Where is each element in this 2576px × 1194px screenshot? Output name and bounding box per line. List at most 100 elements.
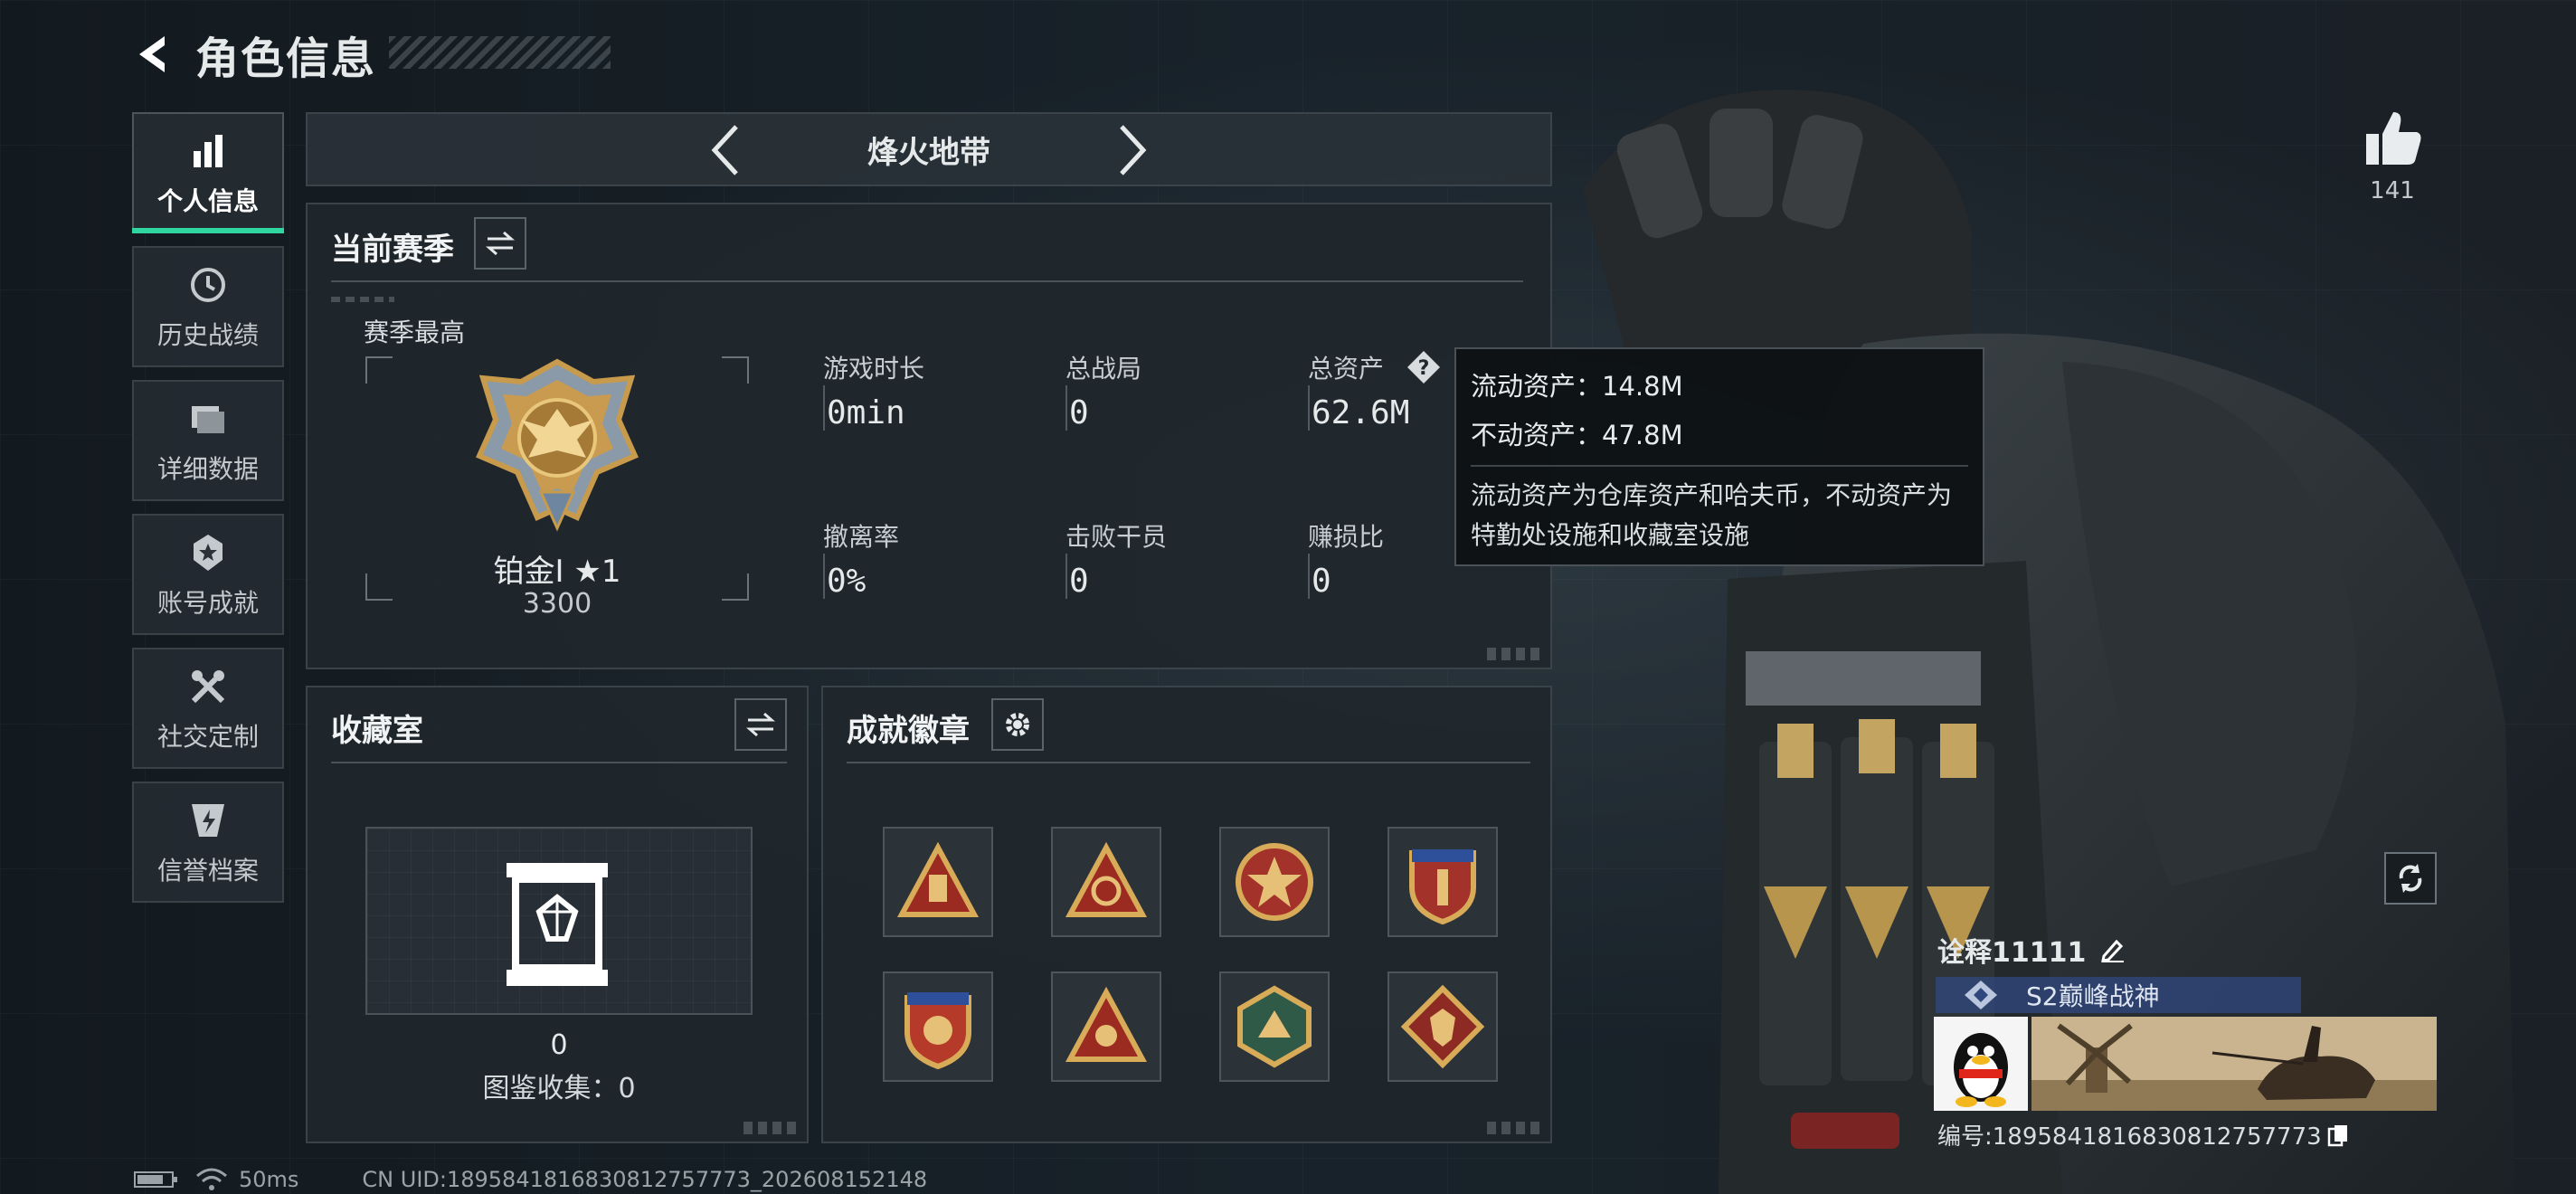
player-title-banner[interactable]: S2巅峰战神 [1936,977,2301,1013]
badges-settings-button[interactable] [991,698,1044,751]
stat-value: 0 [1069,563,1089,600]
fixed-assets-text: 不动资产：47.8M [1471,420,1683,450]
player-id-row: 编号:1895841816830812757773 [1937,1118,2349,1151]
stat-value: 0% [827,563,867,600]
stat-value: 0min [827,394,905,431]
prev-mode-button[interactable] [696,121,754,179]
frame-corner [365,356,393,384]
stat-label: 游戏时长 [823,354,925,384]
codex-card[interactable] [365,827,753,1015]
collection-panel: 收藏室 0 图鉴收集：0 [306,686,809,1143]
season-best-label: 赛季最高 [364,317,466,347]
stat-profit-loss-ratio: 赚损比 0 [1308,517,1384,600]
season-panel: 当前赛季 赛季最高 铂金Ⅰ ★1 3300 游戏时长 0min 总战局 0 总资… [306,203,1552,669]
chevron-right-icon [1120,125,1147,175]
nav-item-credit-record[interactable]: 信誉档案 [132,782,284,903]
nav-item-social-custom[interactable]: 社交定制 [132,648,284,769]
title-emblem-icon [1965,981,1997,1009]
collection-switch-button[interactable] [734,698,787,751]
panel-decoration [331,297,394,302]
stat-label: 撤离率 [823,522,900,552]
history-icon [191,268,225,302]
status-bar: 50ms CN UID:1895841816830812757773_20260… [134,1167,927,1192]
copy-icon[interactable] [2327,1123,2349,1147]
stat-value: 0 [1312,563,1331,600]
codex-collection-label: 图鉴收集：0 [482,1073,636,1104]
stat-extraction-rate: 撤离率 0% [823,517,899,600]
season-switch-button[interactable] [474,217,526,270]
rank-label: 铂金Ⅰ ★1 [493,554,621,590]
nav-item-personal-info[interactable]: 个人信息 [132,112,284,233]
frame-corner [722,356,749,384]
collection-title: 收藏室 [331,713,423,749]
folder-icon [192,406,224,433]
svg-text:?: ? [1418,357,1430,380]
nav-label: 详细数据 [156,454,259,484]
achievement-badge[interactable] [883,827,993,937]
stat-total-matches: 总战局 0 [1065,349,1141,431]
back-button[interactable] [127,27,181,81]
divider [847,762,1530,763]
next-mode-button[interactable] [1103,121,1161,179]
edit-icon[interactable] [2098,936,2126,963]
display-case-icon [507,863,608,986]
hexagon-badge-icon [1237,985,1312,1068]
like-count: 141 [2370,177,2415,204]
achievement-badge[interactable] [1051,971,1161,1082]
rank-frame: 铂金Ⅰ ★1 3300 [365,356,749,620]
assets-help-button[interactable]: ? [1406,349,1442,385]
shield-icon [192,804,224,837]
ping-value: 50ms [239,1167,299,1192]
rank-score: 3300 [522,588,592,620]
swap-icon [486,231,515,256]
platinum-rank-emblem [476,358,639,532]
nav-item-achievements[interactable]: 账号成就 [132,514,284,635]
swap-icon [746,712,775,737]
chevron-left-icon [711,125,738,175]
achievement-badge[interactable] [1387,971,1498,1082]
side-nav: 个人信息 历史战绩 详细数据 账号成就 社交定制 信誉档案 [132,112,284,915]
page-title: 角色信息 [195,33,377,84]
achievement-badge[interactable] [883,971,993,1082]
nav-item-history[interactable]: 历史战绩 [132,246,284,367]
nav-item-detailed-data[interactable]: 详细数据 [132,380,284,501]
uid-text: CN UID:1895841816830812757773_2026081521… [362,1167,928,1192]
qq-penguin-avatar-icon[interactable] [1934,1017,2028,1111]
tools-icon [191,670,225,704]
mode-switcher: 烽火地带 [306,112,1552,186]
tooltip-divider [1471,465,1968,467]
stat-playtime: 游戏时长 0min [823,349,924,431]
star-badge-icon [1236,843,1313,921]
player-name-row: 诠释11111 [1937,930,2126,970]
stat-value: 62.6M [1312,394,1410,431]
back-arrow-icon [139,36,165,72]
wifi-icon [196,1168,227,1190]
stat-operators-defeated: 击败干员 0 [1065,517,1167,600]
thumbs-up-icon[interactable] [2361,107,2424,170]
triangle-badge-icon [896,841,980,917]
shield-badge-icon [904,992,971,1070]
refresh-button[interactable] [2384,852,2437,905]
nav-label: 社交定制 [156,722,259,752]
gear-icon [1006,713,1029,736]
bar-chart-icon [194,135,223,167]
shield-badge-icon [1409,849,1476,925]
battery-icon [134,1171,177,1188]
assets-tooltip: 流动资产：14.8M 不动资产：47.8M 流动资产为仓库资产和哈夫币，不动资产… [1454,347,1984,566]
achievement-badge[interactable] [1219,971,1330,1082]
mode-name: 烽火地带 [867,134,990,171]
stat-label: 总资产 [1308,354,1385,384]
achievement-badge[interactable] [1219,827,1330,937]
badges-title: 成就徽章 [847,713,970,749]
player-card: 诠释11111 S2巅峰战神 编号:1895841816830812757773 [1927,923,2451,1158]
nav-label: 账号成就 [156,588,259,618]
codex-count: 0 [550,1029,568,1061]
achievement-badge[interactable] [1051,827,1161,937]
title-decoration [389,36,611,69]
triangle-badge-icon [1065,841,1148,917]
season-title: 当前赛季 [331,232,454,268]
achievement-badge[interactable] [1387,827,1498,937]
player-title: S2巅峰战神 [2026,981,2160,1011]
windmill-knight-banner[interactable] [2031,1017,2437,1111]
achievement-badges-panel: 成就徽章 [821,686,1552,1143]
